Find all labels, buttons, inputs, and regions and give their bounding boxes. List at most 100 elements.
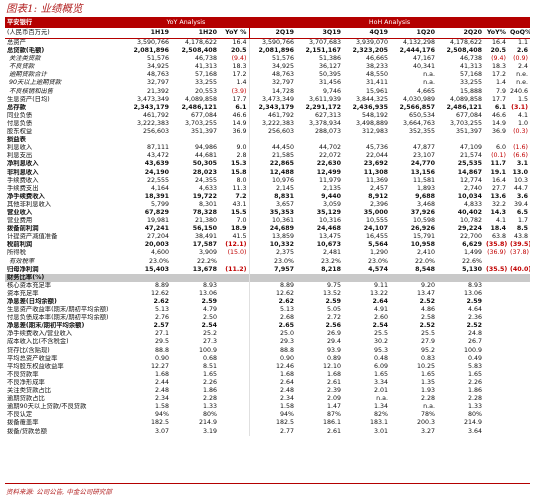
table-cell [484, 371, 508, 379]
table-cell: 8.89 [154, 281, 169, 289]
table-cell: 1.93 [420, 387, 435, 395]
row-label: 净息差(期末/期初平均余额) [7, 322, 85, 330]
table-cell: 100.9 [463, 346, 482, 354]
table-cell [171, 136, 219, 144]
table-cell: 3,590,766 [248, 38, 296, 48]
table-cell [484, 314, 508, 322]
table-cell: 24,770 [410, 160, 435, 168]
table-row: 其他非利息收入 5,799 8,301 43.1 3,657 3,059 2,396 3,46… [5, 200, 530, 209]
table-cell: 94,986 [194, 144, 217, 152]
table-cell: 0.48 [373, 354, 388, 362]
table-cell: 6.5 [516, 208, 528, 216]
table-cell: 200.3 [416, 419, 435, 427]
table-cell [219, 314, 249, 322]
table-cell: 41,313 [459, 63, 482, 71]
table-cell: 2.52 [419, 322, 435, 330]
table-row: 非利息收入 24,190 28,023 15.8 12,488 12,499 11,308 1… [5, 168, 530, 177]
table-cell [219, 355, 249, 363]
table-cell: 43,639 [144, 160, 169, 168]
table-cell: 4.1 [517, 111, 528, 119]
table-cell: 2,323,205 [352, 47, 388, 55]
table-cell: 3,611,939 [308, 95, 341, 103]
table-row: 税前利润 20,003 17,587 (12.1) 10,332 10,673 5,564 1… [5, 241, 530, 250]
table-cell: 88.8 [154, 346, 169, 354]
table-cell [484, 330, 508, 338]
col-header: 1Q20 [390, 28, 437, 39]
table-cell [437, 136, 484, 144]
table-cell: 2.48 [154, 387, 169, 395]
table-row: 计提资产减值准备 27,204 38,491 41.5 13,859 13,475 16,4… [5, 233, 530, 242]
table-cell [437, 273, 484, 282]
table-cell: 2.09 [326, 395, 341, 403]
table-cell: 11.7 [490, 160, 506, 168]
bottom-rule [5, 483, 530, 484]
row-label: 其他非利息收入 [7, 200, 52, 208]
table-cell: 4,030,989 [402, 95, 435, 103]
table-cell: 29.5 [154, 338, 169, 346]
table-cell: 3,498,889 [355, 119, 388, 127]
table-cell: 2,486,121 [446, 103, 482, 111]
col-header: 1H19 [123, 28, 171, 39]
table-cell: 1.33 [467, 403, 482, 411]
table-cell: 4.79 [202, 306, 217, 314]
table-cell: 3.6 [516, 192, 528, 200]
table-cell: 4.1 [495, 217, 506, 225]
table-cell: 10,976 [248, 176, 296, 185]
table-cell: 3,378,934 [308, 119, 341, 127]
table-cell: 100.9 [198, 346, 217, 354]
table-cell: 1.35 [420, 378, 435, 386]
table-cell: 2,375 [248, 249, 296, 258]
table-cell [508, 290, 530, 298]
table-cell: 1.68 [326, 370, 341, 378]
table-cell: 15.3 [230, 160, 247, 168]
table-cell: 7.9 [495, 87, 506, 95]
table-cell: (3.1) [511, 103, 528, 111]
table-cell: 2,508,408 [446, 47, 482, 55]
table-cell: 32,797 [146, 79, 169, 87]
table-cell: 10,782 [459, 217, 482, 225]
table-row: 总贷款(毛额) 2,081,896 2,508,408 20.5 2,081,896 2,… [5, 47, 530, 56]
table-cell: 2.68 [248, 314, 296, 323]
table-cell: (35.5) [486, 265, 508, 273]
table-cell: 2.26 [202, 378, 217, 386]
table-cell: 9,746 [322, 87, 341, 95]
table-row: 关注类贷款 51,576 46,738 (9.4) 51,576 51,386 46,665… [5, 55, 530, 64]
table-cell: 2.44 [154, 378, 169, 386]
table-cell: 2.54 [201, 322, 217, 330]
table-cell [484, 306, 508, 314]
table-cell: 43.8 [513, 233, 528, 241]
row-label: 拨备覆盖率 [7, 419, 39, 427]
table-cell: 15,888 [459, 87, 482, 95]
row-label: 生息资产收益率(期末/期初平均余额) [7, 306, 109, 314]
table-row: 付息负债 3,222,383 3,703,255 14.9 3,222,383 3,378… [5, 119, 530, 129]
table-cell: 23,107 [412, 152, 435, 160]
table-cell: 3.64 [467, 427, 482, 435]
table-cell: 78% [421, 411, 435, 419]
table-cell: 25.0 [248, 330, 296, 339]
table-cell: 2.61 [326, 378, 341, 386]
table-cell: 33,255 [459, 79, 482, 87]
table-cell: 2,343,179 [248, 103, 296, 112]
table-cell: 4.91 [373, 306, 388, 314]
table-cell: 1.47 [326, 403, 341, 411]
table-cell: 87,111 [146, 144, 169, 152]
table-cell: 46,665 [365, 55, 388, 63]
table-cell: 2,436,935 [352, 103, 388, 111]
table-cell [248, 136, 296, 145]
table-cell: 44,681 [194, 152, 217, 160]
table-cell: 15,791 [412, 233, 435, 241]
table-cell: 650,534 [408, 111, 435, 119]
table-cell: 27.9 [420, 338, 435, 346]
table-cell: 18,391 [144, 192, 169, 200]
table-cell: 9.11 [373, 281, 388, 289]
table-cell [219, 306, 249, 314]
table-cell: 12,488 [248, 168, 296, 177]
table-cell: 183.1 [369, 419, 388, 427]
table-cell: 1.33 [202, 403, 217, 411]
table-cell [484, 347, 508, 355]
table-cell: 3,473,349 [136, 95, 169, 103]
table-cell: 24,468 [316, 225, 341, 233]
table-cell: 7.2 [235, 192, 247, 200]
table-cell: 95.2 [420, 346, 435, 354]
table-cell: 6.1 [494, 103, 506, 111]
